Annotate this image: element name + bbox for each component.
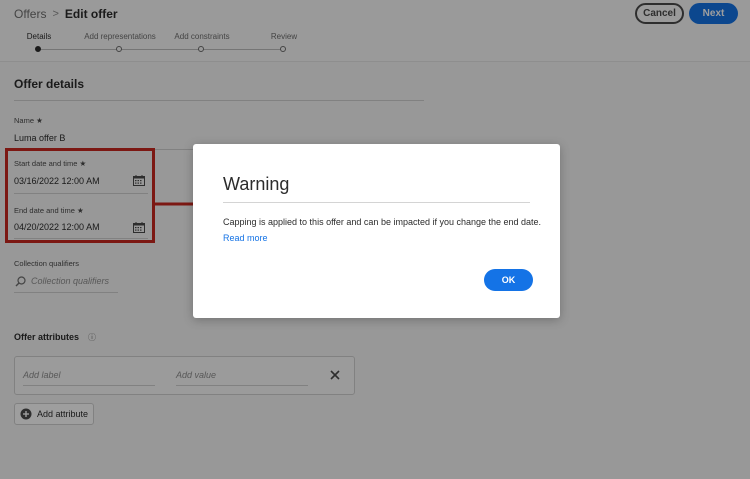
read-more-link[interactable]: Read more: [223, 233, 268, 243]
dialog-divider: [223, 202, 530, 203]
ok-button[interactable]: OK: [484, 269, 533, 291]
warning-dialog: Warning Capping is applied to this offer…: [193, 144, 560, 318]
dialog-message: Capping is applied to this offer and can…: [223, 217, 542, 227]
dialog-title: Warning: [223, 174, 290, 194]
